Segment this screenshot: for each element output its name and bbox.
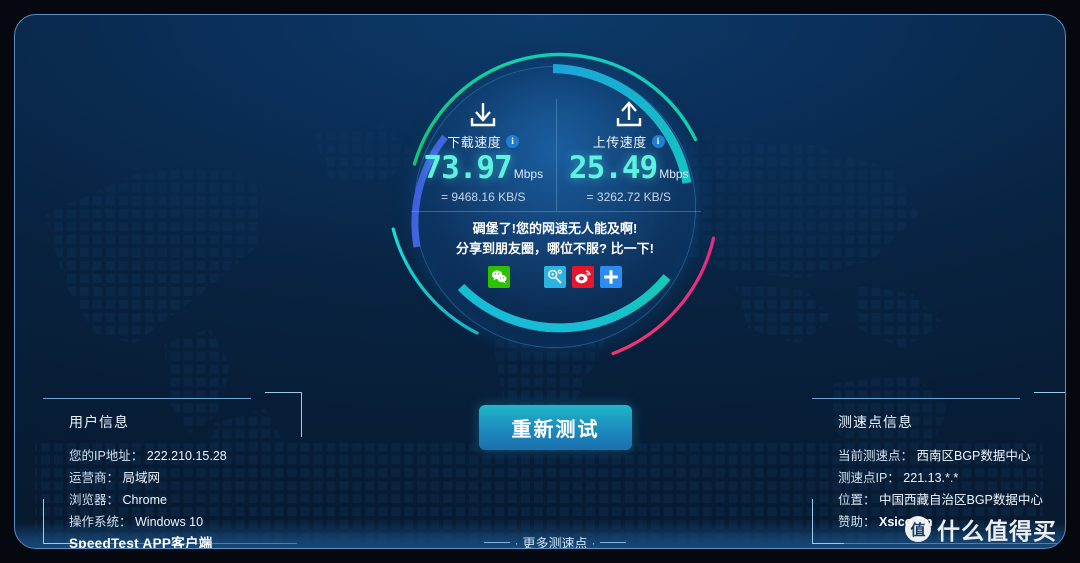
user-isp-value: 局域网 (122, 471, 161, 485)
speedtest-app-link[interactable]: SpeedTest APP客户端 (69, 533, 299, 548)
smzdm-logo-icon: 值 (905, 516, 931, 542)
server-node-key: 当前测速点： (838, 449, 914, 463)
server-panel-corner-top-right (1034, 392, 1065, 437)
user-panel-title: 用户信息 (69, 414, 129, 430)
download-value: 73.97 (423, 150, 512, 186)
server-location-value: 中国西藏自治区BGP数据中心 (879, 493, 1043, 507)
user-ip-value: 222.210.15.28 (146, 449, 227, 463)
download-info-icon[interactable]: i (506, 135, 520, 148)
share-block: 碉堡了!您的网速无人能及啊! 分享到朋友圈，哪位不服? 比一下! (405, 219, 705, 288)
user-os-key: 操作系统： (69, 515, 132, 529)
more-points-dot-right: · (591, 535, 596, 549)
wechat-share-icon[interactable] (488, 266, 510, 288)
app-frame: 下载速度 i 73.97 Mbps = 9468.16 KB/S 上传速度 i … (14, 14, 1066, 549)
speed-readout: 下载速度 i 73.97 Mbps = 9468.16 KB/S 上传速度 i … (411, 99, 701, 211)
download-sub-value: = 9468.16 KB/S (441, 190, 526, 204)
user-browser-value: Chrome (122, 493, 167, 507)
table-row: 位置： 中国西藏自治区BGP数据中心 (838, 489, 1065, 511)
upload-info-icon[interactable]: i (651, 135, 665, 148)
upload-metric: 上传速度 i 25.49 Mbps = 3262.72 KB/S (557, 99, 702, 211)
download-value-row: 73.97 Mbps (423, 153, 543, 184)
user-os-value: Windows 10 (135, 515, 204, 529)
upload-unit: Mbps (659, 167, 689, 181)
upload-label-row: 上传速度 i (593, 132, 665, 151)
server-sponsor-key: 赞助： (838, 515, 876, 529)
share-headline: 碉堡了!您的网速无人能及啊! (472, 221, 638, 236)
user-panel-top-line (43, 398, 251, 399)
upload-label: 上传速度 (592, 135, 647, 150)
server-ip-value: 221.13.*.* (903, 471, 959, 485)
table-row: 操作系统： Windows 10 (69, 511, 299, 533)
table-row: 运营商： 局域网 (69, 467, 299, 489)
user-info-panel: 用户信息 您的IP地址： 222.210.15.28 运营商： 局域网 浏览器：… (43, 392, 302, 548)
share-icon-row (405, 266, 705, 288)
download-label-row: 下载速度 i (447, 132, 520, 151)
table-row: 当前测速点： 西南区BGP数据中心 (838, 445, 1065, 467)
more-points-label: 更多测速点 (522, 536, 588, 549)
watermark-text: 什么值得买 (937, 518, 1057, 544)
readout-divider (411, 211, 701, 212)
upload-sub-value: = 3262.72 KB/S (586, 190, 671, 204)
server-node-value: 西南区BGP数据中心 (916, 449, 1031, 463)
table-row: 测速点IP： 221.13.*.* (838, 467, 1065, 489)
download-arrow-icon (466, 99, 500, 129)
watermark: 值 什么值得买 (905, 512, 1057, 546)
user-ip-key: 您的IP地址： (69, 449, 144, 463)
upload-arrow-icon (612, 99, 646, 129)
server-ip-key: 测速点IP： (838, 471, 900, 485)
share-icon-gap (516, 266, 538, 288)
download-unit: Mbps (513, 167, 544, 181)
user-browser-key: 浏览器： (69, 493, 120, 507)
upload-value-row: 25.49 Mbps (569, 153, 689, 184)
user-isp-key: 运营商： (69, 471, 120, 485)
speedtest-result-page: 下载速度 i 73.97 Mbps = 9468.16 KB/S 上传速度 i … (0, 0, 1080, 563)
more-points-dash-right (599, 542, 626, 543)
user-panel-rows: 您的IP地址： 222.210.15.28 运营商： 局域网 浏览器： Chro… (69, 445, 299, 548)
more-share-icon[interactable] (600, 266, 622, 288)
qzone-share-icon[interactable] (544, 266, 566, 288)
table-row: 您的IP地址： 222.210.15.28 (69, 445, 299, 467)
server-panel-top-line (812, 398, 1020, 399)
weibo-share-icon[interactable] (572, 266, 594, 288)
user-panel-corner-top-right (265, 392, 302, 437)
upload-value: 25.49 (568, 150, 658, 186)
download-metric: 下载速度 i 73.97 Mbps = 9468.16 KB/S (411, 99, 557, 211)
table-row: 浏览器： Chrome (69, 489, 299, 511)
more-test-points-link[interactable]: · 更多测速点 · (455, 533, 655, 549)
server-panel-title: 测速点信息 (838, 414, 913, 430)
server-location-key: 位置： (838, 493, 876, 507)
retest-button[interactable]: 重新测试 (479, 405, 632, 450)
download-label: 下载速度 (447, 135, 502, 150)
more-points-dash-left (484, 542, 511, 543)
more-points-dot-left: · (514, 535, 519, 549)
share-subline: 分享到朋友圈，哪位不服? 比一下! (456, 241, 654, 256)
